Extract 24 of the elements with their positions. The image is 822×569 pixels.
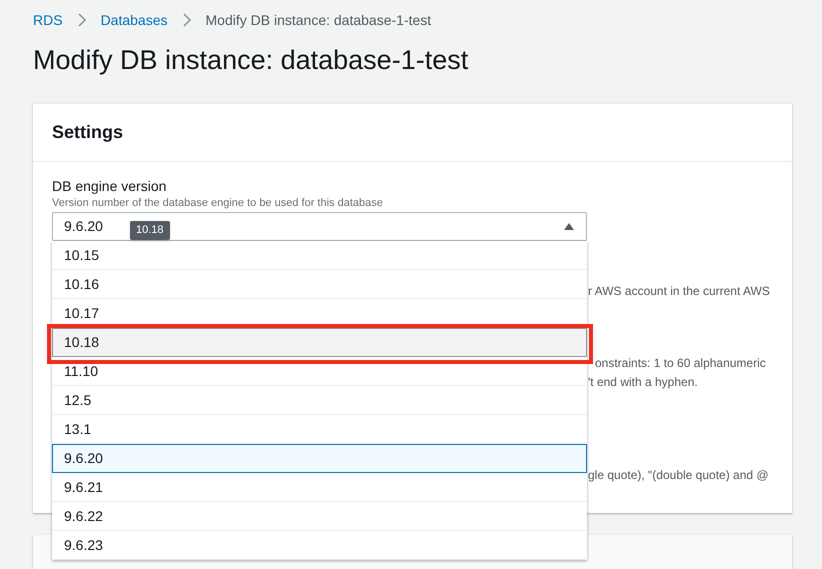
page-title: Modify DB instance: database-1-test <box>33 44 470 77</box>
breadcrumb-link[interactable]: RDS <box>33 10 63 30</box>
field-description: Version number of the database engine to be used for this database <box>52 196 384 211</box>
help-text: r AWS account in the current AWS <box>588 283 771 300</box>
dropdown-option[interactable]: 9.6.20 <box>52 444 587 473</box>
dropdown-option[interactable]: 9.6.23 <box>52 531 587 560</box>
help-text: gle quote), "(double quote) and @ <box>588 467 770 484</box>
dropdown-option[interactable]: 10.16 <box>52 270 587 299</box>
dropdown-option[interactable]: 12.5 <box>52 386 587 415</box>
dropdown-option[interactable]: 13.1 <box>52 415 587 444</box>
help-text: 't end with a hyphen. <box>588 374 699 391</box>
chevron-right-icon <box>76 12 87 28</box>
dropdown-option[interactable]: 10.18 <box>52 328 587 357</box>
card-heading: Settings <box>52 121 124 144</box>
caret-icon <box>563 222 575 231</box>
tooltip: 10.18 <box>130 221 170 240</box>
help-text: onstraints: 1 to 60 alphanumeric <box>594 355 767 372</box>
dropdown-option[interactable]: 10.15 <box>52 241 587 270</box>
breadcrumb-current: Modify DB instance: database-1-test <box>206 10 432 30</box>
dropdown-option[interactable]: 9.6.21 <box>52 473 587 502</box>
chevron-right-icon <box>182 12 192 28</box>
breadcrumb-link[interactable]: Databases <box>100 10 168 30</box>
dropdown-option[interactable]: 9.6.22 <box>52 502 587 531</box>
field-label: DB engine version <box>52 177 168 195</box>
